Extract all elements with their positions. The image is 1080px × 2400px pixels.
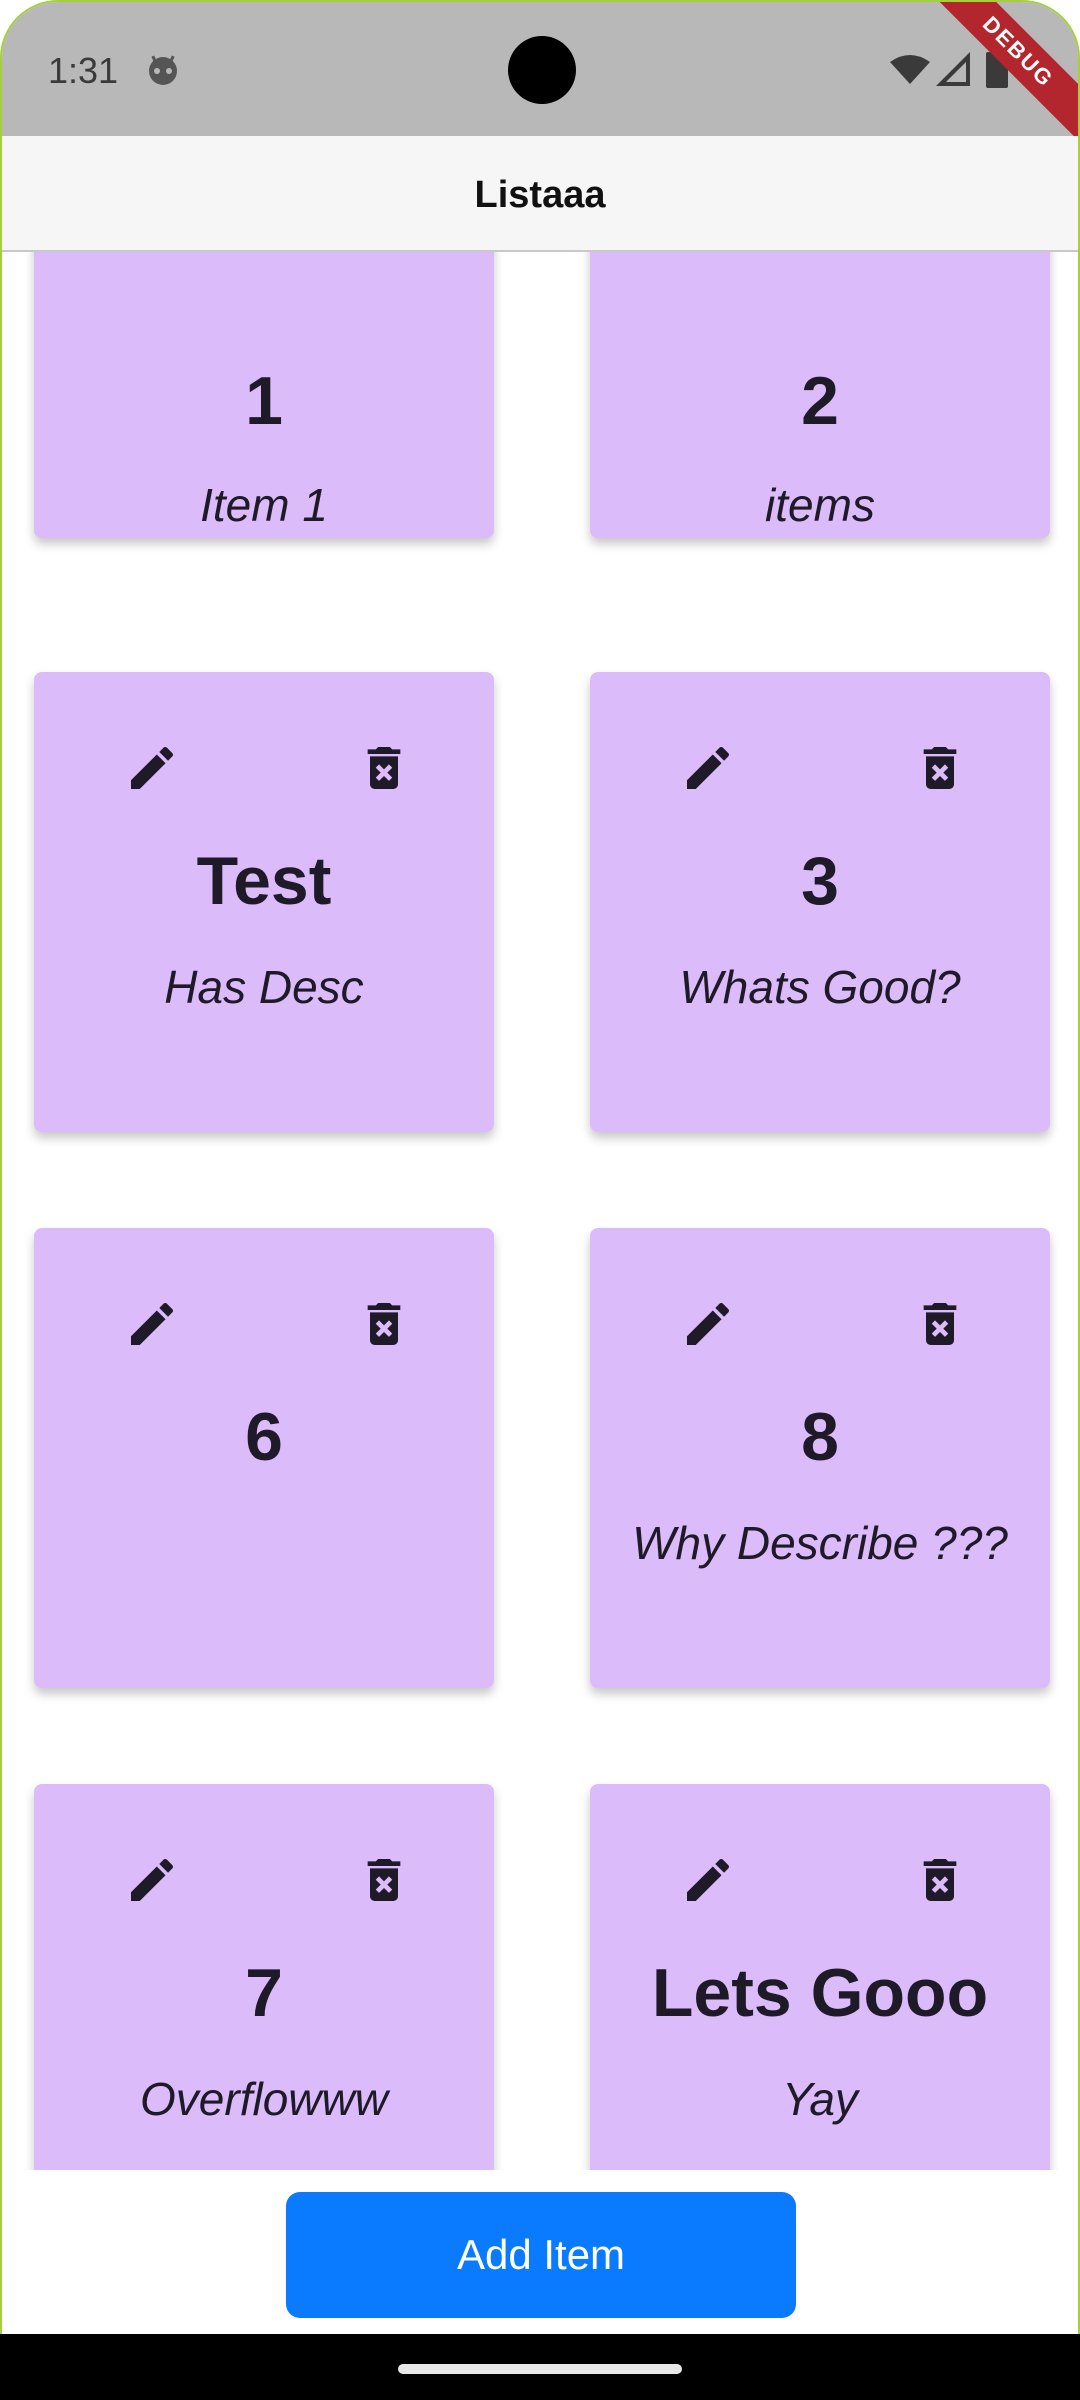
card-title: 7 (245, 1955, 283, 2031)
app-frame: 1:31 DEBUG Listaaa 1 Item 1 2 items Test… (0, 0, 1080, 2336)
wifi-icon (890, 55, 930, 84)
item-card[interactable]: 2 items (590, 252, 1050, 538)
signal-icon (936, 52, 970, 86)
item-card[interactable]: 3 Whats Good? (590, 672, 1050, 1132)
item-card[interactable]: 1 Item 1 (34, 252, 494, 538)
item-card[interactable]: Test Has Desc (34, 672, 494, 1132)
camera-cutout (508, 36, 576, 104)
edit-pencil-icon[interactable] (680, 1852, 736, 1908)
edit-pencil-icon[interactable] (680, 740, 736, 796)
delete-trash-icon[interactable] (912, 1852, 968, 1908)
item-card[interactable]: Lets Gooo Yay (590, 1784, 1050, 2170)
item-card[interactable]: 8 Why Describe ??? (590, 1228, 1050, 1688)
page-title: Listaaa (474, 174, 606, 216)
edit-pencil-icon[interactable] (124, 1296, 180, 1352)
card-description: Whats Good? (679, 961, 961, 1013)
delete-trash-icon[interactable] (356, 1296, 412, 1352)
card-description: Has Desc (164, 961, 364, 1013)
delete-trash-icon[interactable] (912, 740, 968, 796)
delete-trash-icon[interactable] (912, 1296, 968, 1352)
card-title: Test (196, 843, 332, 919)
card-description: items (765, 479, 875, 531)
card-title: 6 (245, 1399, 283, 1475)
add-item-button[interactable]: Add Item (286, 2192, 796, 2318)
card-title: 1 (245, 363, 283, 439)
app-bar: Listaaa (2, 136, 1078, 252)
card-title: Lets Gooo (651, 1955, 989, 2031)
android-debug-icon (149, 55, 177, 85)
items-grid[interactable]: 1 Item 1 2 items Test Has Desc 3 Whats G… (2, 252, 1078, 2170)
card-description: Why Describe ??? (632, 1517, 1008, 1569)
item-card[interactable]: 6 (34, 1228, 494, 1688)
status-bar: 1:31 DEBUG (2, 2, 1078, 159)
edit-pencil-icon[interactable] (124, 1852, 180, 1908)
bottom-action-area: Add Item (2, 2170, 1078, 2334)
card-description: Overflowww (140, 2073, 388, 2125)
delete-trash-icon[interactable] (356, 740, 412, 796)
card-title: 3 (801, 843, 839, 919)
status-time: 1:31 (48, 50, 119, 91)
edit-pencil-icon[interactable] (124, 740, 180, 796)
delete-trash-icon[interactable] (356, 1852, 412, 1908)
edit-pencil-icon[interactable] (680, 1296, 736, 1352)
navigation-bar (0, 2334, 1080, 2400)
item-card[interactable]: 7 Overflowww (34, 1784, 494, 2170)
card-description: Yay (782, 2073, 858, 2125)
card-title: 2 (801, 363, 839, 439)
card-title: 8 (801, 1399, 839, 1475)
home-gesture-handle[interactable] (398, 2364, 682, 2374)
card-description: Item 1 (200, 479, 328, 531)
